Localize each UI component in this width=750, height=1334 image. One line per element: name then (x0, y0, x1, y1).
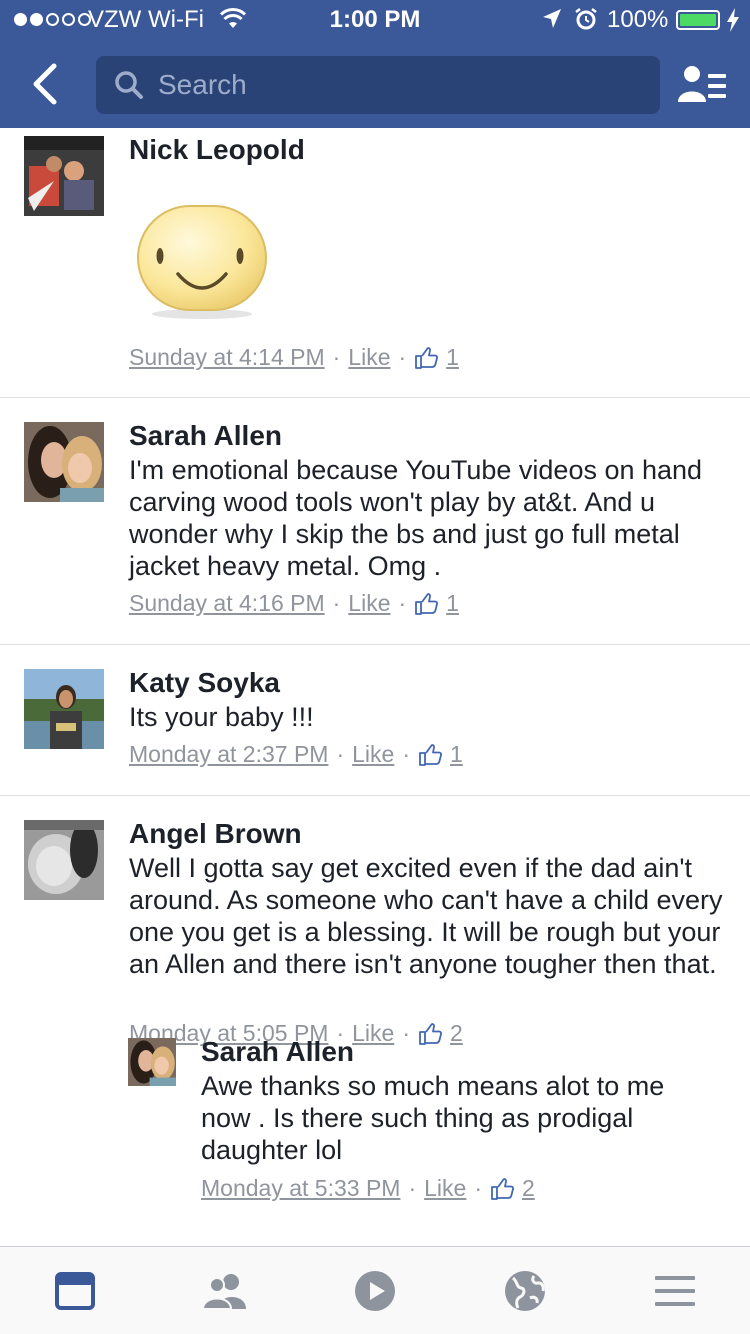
thumbs-up-icon (418, 1022, 442, 1046)
comments-list: Nick Leopold Sunday at 4:14 PM · Like · … (0, 128, 750, 1246)
like-count[interactable]: 1 (446, 590, 459, 617)
comment-meta: Monday at 5:33 PM · Like · 2 (201, 1175, 535, 1202)
like-count[interactable]: 2 (522, 1175, 535, 1202)
like-button[interactable]: Like (348, 590, 390, 617)
comment-text: Awe thanks so much means alot to me now … (201, 1071, 665, 1165)
comment-meta: Monday at 2:37 PM · Like · 1 (129, 741, 463, 768)
comment-timestamp[interactable]: Monday at 2:37 PM (129, 741, 328, 768)
commenter-name[interactable]: Angel Brown (129, 818, 302, 850)
smiley-sticker-icon (136, 204, 268, 320)
chevron-left-icon (33, 63, 57, 105)
commenter-name[interactable]: Sarah Allen (129, 420, 282, 452)
comment-sarah-allen: Sarah Allen I'm emotional because YouTub… (0, 398, 750, 645)
avatar[interactable] (24, 820, 104, 900)
avatar[interactable] (24, 422, 104, 502)
tab-news-feed[interactable] (0, 1247, 150, 1334)
alarm-icon (574, 7, 598, 38)
commenter-name[interactable]: Katy Soyka (129, 667, 280, 699)
top-bar: VZW Wi-Fi 1:00 PM 100% (0, 0, 750, 128)
search-input[interactable] (158, 69, 618, 101)
tab-notifications[interactable] (450, 1247, 600, 1334)
thumbs-up-icon (414, 592, 439, 616)
comment-meta: Sunday at 4:16 PM · Like · 1 (129, 590, 459, 617)
comment-text: Its your baby !!! (129, 702, 314, 732)
avatar[interactable] (24, 136, 104, 216)
friend-requests-button[interactable] (678, 64, 728, 104)
battery-percent: 100% (607, 6, 669, 33)
comment-katy-soyka: Katy Soyka Its your baby !!! Monday at 2… (0, 645, 750, 796)
like-button[interactable]: Like (352, 741, 394, 768)
tab-menu[interactable] (600, 1247, 750, 1334)
tab-friends[interactable] (150, 1247, 300, 1334)
comment-text: Well I gotta say get excited even if the… (129, 853, 723, 979)
comment-timestamp[interactable]: Sunday at 4:14 PM (129, 344, 325, 371)
back-button[interactable] (26, 60, 66, 108)
thumbs-up-icon (490, 1177, 514, 1201)
like-count[interactable]: 1 (446, 344, 459, 371)
tab-video[interactable] (300, 1247, 450, 1334)
menu-icon (655, 1275, 695, 1306)
comment-text: I'm emotional because YouTube videos on … (129, 455, 703, 581)
thumbs-up-icon (414, 346, 439, 370)
play-video-icon (355, 1270, 395, 1311)
like-button[interactable]: Like (348, 344, 390, 371)
like-count[interactable]: 2 (450, 1020, 463, 1047)
battery-icon (676, 10, 720, 30)
status-bar: VZW Wi-Fi 1:00 PM 100% (0, 0, 750, 40)
comment-meta: Sunday at 4:14 PM · Like · 1 (129, 344, 459, 371)
like-button[interactable]: Like (424, 1175, 466, 1202)
commenter-name[interactable]: Nick Leopold (129, 134, 305, 166)
avatar[interactable] (24, 669, 104, 749)
tab-bar (0, 1246, 750, 1334)
comment-timestamp[interactable]: Sunday at 4:16 PM (129, 590, 325, 617)
commenter-name[interactable]: Sarah Allen (201, 1036, 354, 1068)
person-list-icon (678, 66, 726, 102)
search-icon (115, 71, 143, 99)
location-icon (542, 8, 562, 37)
like-count[interactable]: 1 (450, 741, 463, 768)
friends-icon (202, 1273, 246, 1309)
like-button[interactable]: Like (352, 1020, 394, 1047)
comment-nick-leopold: Nick Leopold Sunday at 4:14 PM · Like · … (0, 128, 750, 398)
avatar[interactable] (128, 1038, 176, 1086)
news-feed-icon (55, 1271, 95, 1310)
comment-angel-brown: Angel Brown Well I gotta say get excited… (0, 796, 750, 1246)
thumbs-up-icon (418, 743, 442, 767)
search-bar[interactable] (96, 56, 660, 114)
globe-icon (505, 1270, 545, 1311)
comment-timestamp[interactable]: Monday at 5:33 PM (201, 1175, 400, 1202)
navigation-bar (0, 40, 750, 128)
charging-bolt-icon (726, 8, 740, 39)
